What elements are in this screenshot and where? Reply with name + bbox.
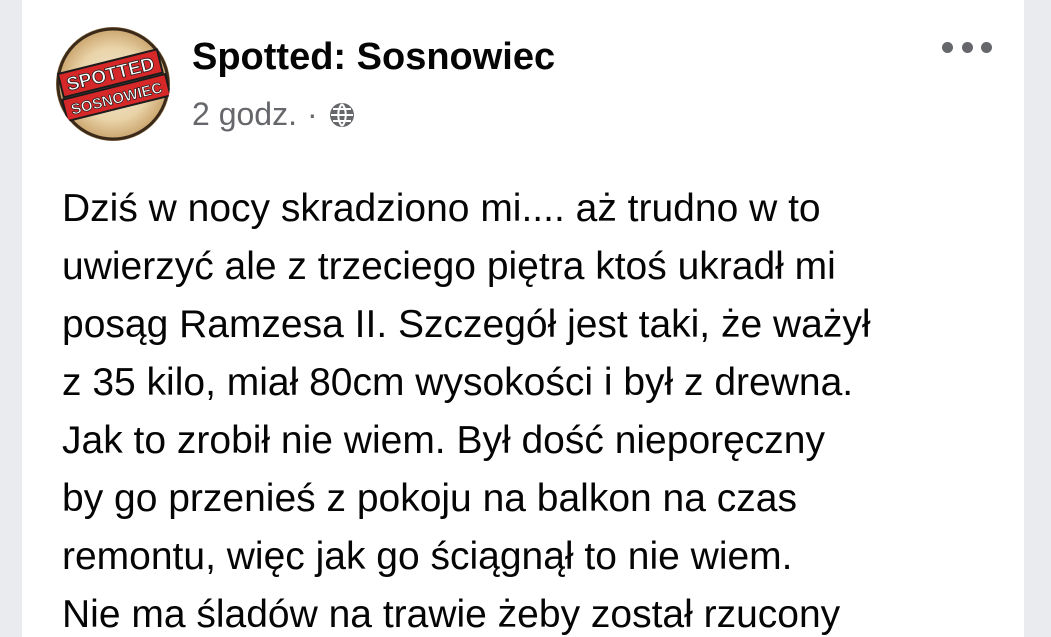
post-header: SPOTTED SOSNOWIEC Spotted: Sosnowiec 2 g…: [22, 0, 1024, 160]
post-text-line: z 35 kilo, miał 80cm wysokości i był z d…: [62, 361, 854, 404]
post-text-line: Nie ma śladów na trawie żeby został rzuc…: [62, 593, 841, 636]
post-card: SPOTTED SOSNOWIEC Spotted: Sosnowiec 2 g…: [22, 0, 1024, 637]
spotted-logo-icon: SPOTTED SOSNOWIEC: [56, 27, 170, 141]
post-text-line: by go przenieś z pokoju na balkon na cza…: [62, 477, 797, 520]
post-text-line: Dziś w nocy skradziono mi.... aż trudno …: [62, 187, 821, 230]
post-timestamp[interactable]: 2 godz.: [192, 96, 297, 133]
more-dot: [961, 41, 973, 53]
page-name-link[interactable]: Spotted: Sosnowiec: [192, 36, 555, 79]
post-text-line: posąg Ramzesa II. Szczegół jest taki, że…: [62, 303, 871, 346]
globe-icon[interactable]: [328, 101, 356, 129]
more-dot: [942, 41, 953, 53]
post-text-line: uwierzyć ale z trzeciego piętra ktoś ukr…: [62, 245, 836, 288]
post-text-line: Jak to zrobił nie wiem. Był dość nieporę…: [62, 419, 825, 462]
page-avatar[interactable]: SPOTTED SOSNOWIEC: [56, 27, 170, 141]
more-options-icon[interactable]: [942, 36, 992, 58]
meta-separator: ·: [306, 96, 318, 132]
post-meta: 2 godz. ·: [192, 96, 356, 133]
post-text-line: remontu, więc jak go ściągnął to nie wie…: [62, 535, 793, 578]
post-body: Dziś w nocy skradziono mi.... aż trudno …: [62, 180, 1012, 637]
more-dot: [981, 41, 992, 53]
